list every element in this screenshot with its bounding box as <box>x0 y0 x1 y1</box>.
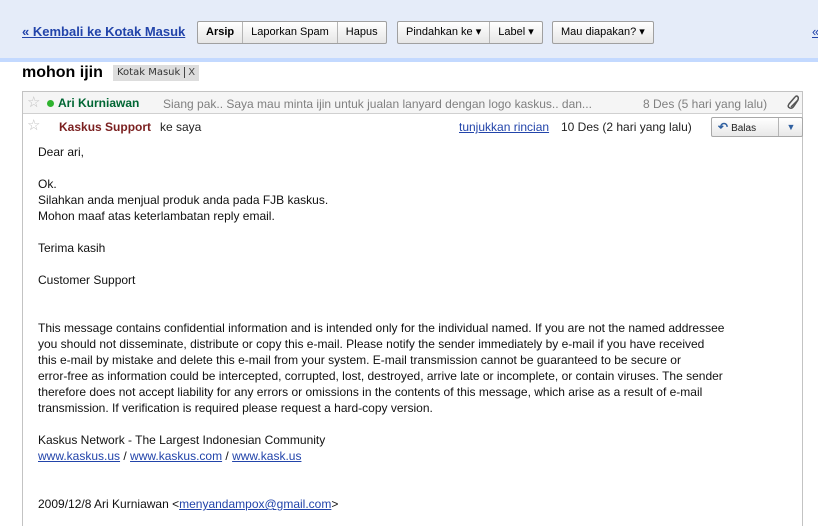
kaskus-com-link[interactable]: www.kaskus.com <box>130 449 222 463</box>
disclaimer-line: transmission. If verification is require… <box>38 401 433 415</box>
show-details-link[interactable]: tunjukkan rincian <box>459 120 549 134</box>
links-line: www.kaskus.us / www.kaskus.com / www.kas… <box>38 448 724 464</box>
reply-label: Balas <box>731 123 757 134</box>
disclaimer-line: you should not disseminate, distribute o… <box>38 337 705 351</box>
message-body: Dear ari, Ok. Silahkan anda menjual prod… <box>38 144 724 512</box>
link-separator: / <box>222 449 233 463</box>
network-line: Kaskus Network - The Largest Indonesian … <box>38 433 326 447</box>
disclaimer-line: error-free as information could be inter… <box>38 369 723 383</box>
inbox-label-chip: Kotak Masuk X <box>113 65 200 81</box>
message-date: 10 Des (2 hari yang lalu) <box>561 120 692 134</box>
label-dropdown[interactable]: Label ▾ <box>490 22 542 43</box>
more-actions-dropdown[interactable]: Mau diapakan? ▾ <box>553 22 653 43</box>
greeting: Dear ari, <box>38 145 85 159</box>
collapsed-message-date: 8 Des (5 hari yang lalu) <box>643 97 768 111</box>
action-button-group: Arsip Laporkan Spam Hapus <box>197 21 387 44</box>
reply-button-group: ↶ Balas ▼ <box>711 117 803 137</box>
quote-prefix: 2009/12/8 Ari Kurniawan < <box>38 497 180 511</box>
newer-conversation-link[interactable]: « <box>812 24 818 39</box>
remove-label-button[interactable]: X <box>184 67 196 78</box>
move-label-button-group: Pindahkan ke ▾ Label ▾ <box>397 21 543 44</box>
online-status-icon <box>47 100 54 107</box>
body-line-sorry: Mohon maaf atas keterlambatan reply emai… <box>38 209 275 223</box>
thanks-line: Terima kasih <box>38 241 106 255</box>
star-icon[interactable]: ☆ <box>27 118 40 133</box>
collapsed-message-row[interactable]: ☆ Ari Kurniawan Siang pak.. Saya mau min… <box>23 92 802 114</box>
disclaimer-line: therefore does not accept liability for … <box>38 385 703 399</box>
kaskus-us-link[interactable]: www.kaskus.us <box>38 449 120 463</box>
recipient-text: ke saya <box>160 120 202 134</box>
reply-options-dropdown[interactable]: ▼ <box>780 118 802 136</box>
conversation-subject: mohon ijin <box>22 64 103 81</box>
archive-button[interactable]: Arsip <box>198 22 244 43</box>
kask-us-link[interactable]: www.kask.us <box>232 449 301 463</box>
sender-name[interactable]: Kaskus Support <box>59 120 151 134</box>
move-to-dropdown[interactable]: Pindahkan ke ▾ <box>398 22 491 43</box>
disclaimer-line: this e-mail by mistake and delete this e… <box>38 353 681 367</box>
body-line-ok: Ok. <box>38 177 57 191</box>
quote-suffix: > <box>331 497 339 511</box>
collapsed-sender-name: Ari Kurniawan <box>58 96 140 110</box>
paperclip-icon <box>785 94 800 115</box>
body-line-sell: Silahkan anda menjual produk anda pada F… <box>38 193 329 207</box>
delete-button[interactable]: Hapus <box>338 22 386 43</box>
quote-header: 2009/12/8 Ari Kurniawan <menyandampox@gm… <box>38 496 724 512</box>
report-spam-button[interactable]: Laporkan Spam <box>243 22 338 43</box>
toolbar-divider <box>0 58 818 62</box>
quoted-email-link[interactable]: menyandampox@gmail.com <box>179 497 331 511</box>
link-separator: / <box>120 449 131 463</box>
message-header: ☆ Kaskus Support ke saya tunjukkan rinci… <box>23 115 803 137</box>
label-chip-text: Kotak Masuk <box>117 67 181 78</box>
reply-button[interactable]: ↶ Balas <box>712 118 779 136</box>
back-to-inbox-link[interactable]: « Kembali ke Kotak Masuk <box>22 24 185 39</box>
star-icon[interactable]: ☆ <box>27 95 40 110</box>
signature-line: Customer Support <box>38 273 136 287</box>
more-actions-group: Mau diapakan? ▾ <box>552 21 654 44</box>
disclaimer-line: This message contains confidential infor… <box>38 321 725 335</box>
message-snippet: Siang pak.. Saya mau minta ijin untuk ju… <box>163 97 592 111</box>
reply-arrow-icon: ↶ <box>718 120 729 134</box>
